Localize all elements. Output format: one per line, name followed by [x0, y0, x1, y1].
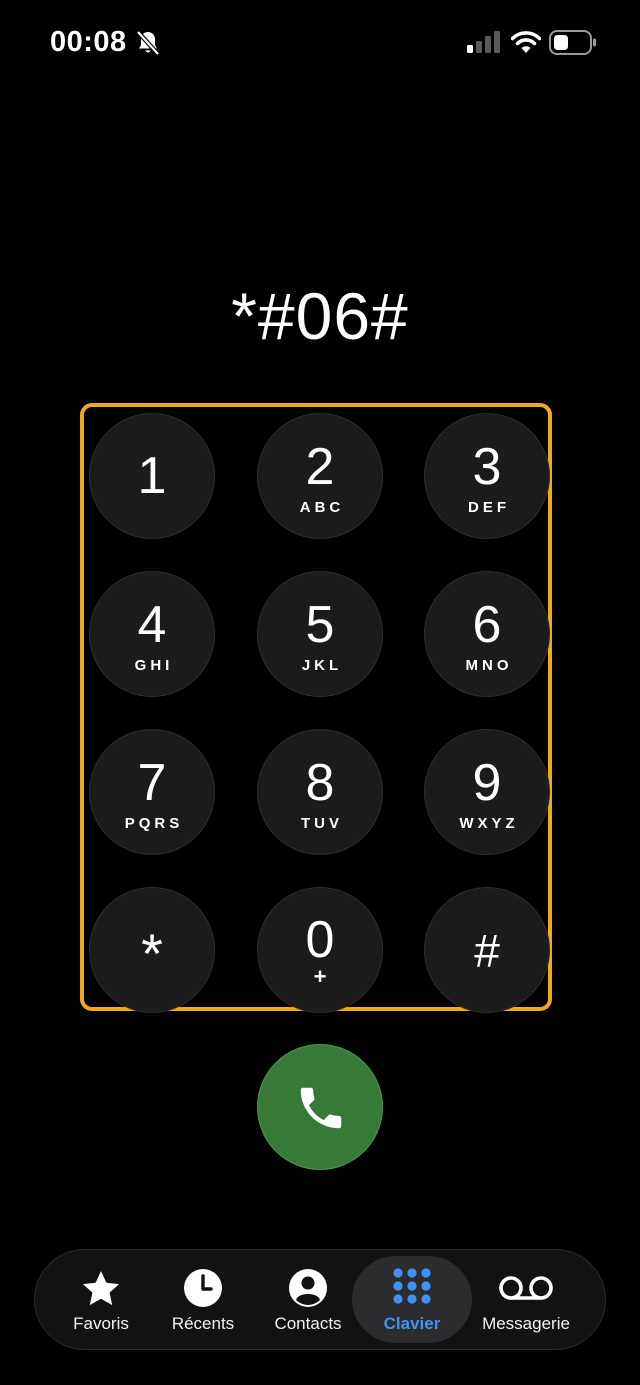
person-circle-icon	[288, 1268, 328, 1313]
key-3[interactable]: 3 DEF	[424, 413, 550, 539]
status-time: 00:08	[50, 26, 127, 58]
star-icon	[79, 1268, 123, 1315]
battery-icon	[549, 30, 597, 55]
key-5[interactable]: 5 JKL	[257, 571, 383, 697]
cellular-signal-icon	[467, 31, 501, 53]
tab-bar: Favoris Récents Contacts Clavier Message…	[34, 1249, 606, 1350]
call-button[interactable]	[257, 1044, 383, 1170]
tab-recents[interactable]: Récents	[153, 1250, 253, 1349]
tab-label: Contacts	[274, 1314, 342, 1333]
key-1[interactable]: 1	[89, 413, 215, 539]
key-letters: DEF	[468, 499, 510, 516]
key-7[interactable]: 7 PQRS	[89, 729, 215, 855]
tab-contacts[interactable]: Contacts	[258, 1250, 358, 1349]
key-digit: 5	[305, 596, 335, 654]
key-letters: MNO	[465, 657, 513, 674]
tab-label: Favoris	[73, 1314, 129, 1333]
key-letters: JKL	[301, 657, 343, 674]
phone-icon	[300, 1087, 342, 1129]
key-digit: *	[141, 922, 163, 985]
key-hash[interactable]: #	[424, 887, 550, 1013]
voicemail-icon	[498, 1268, 554, 1313]
key-star[interactable]: *	[89, 887, 215, 1013]
key-letters: WXYZ	[459, 815, 519, 832]
key-2[interactable]: 2 ABC	[257, 413, 383, 539]
key-digit: 3	[472, 438, 502, 496]
tab-clavier[interactable]: Clavier	[352, 1250, 472, 1349]
key-digit: 0	[305, 911, 335, 969]
dialed-number: *#06#	[231, 279, 409, 353]
key-9[interactable]: 9 WXYZ	[424, 729, 550, 855]
key-digit: 9	[472, 754, 502, 812]
tab-label: Messagerie	[482, 1314, 570, 1333]
key-digit: 4	[137, 596, 167, 654]
clock-icon	[183, 1268, 223, 1313]
key-letters: GHI	[134, 657, 174, 674]
key-digit: 6	[472, 596, 502, 654]
key-digit: 2	[305, 438, 335, 496]
bell-slash-icon	[136, 30, 160, 56]
keypad-grid-icon	[392, 1268, 432, 1313]
key-8[interactable]: 8 TUV	[257, 729, 383, 855]
key-digit: 1	[137, 447, 167, 505]
tab-favoris[interactable]: Favoris	[51, 1250, 151, 1349]
key-letters: ABC	[299, 499, 345, 516]
key-digit: #	[474, 925, 500, 977]
key-letters: TUV	[301, 815, 343, 832]
key-4[interactable]: 4 GHI	[89, 571, 215, 697]
tab-messagerie[interactable]: Messagerie	[474, 1250, 578, 1349]
tab-label: Clavier	[383, 1314, 441, 1333]
key-digit: 7	[137, 754, 167, 812]
status-bar: 00:08	[0, 0, 640, 86]
key-0[interactable]: 0 +	[257, 887, 383, 1013]
tab-label: Récents	[171, 1314, 235, 1333]
key-6[interactable]: 6 MNO	[424, 571, 550, 697]
key-letters: +	[313, 964, 327, 989]
wifi-icon	[510, 30, 542, 54]
key-letters: PQRS	[124, 815, 184, 832]
key-digit: 8	[305, 754, 335, 812]
